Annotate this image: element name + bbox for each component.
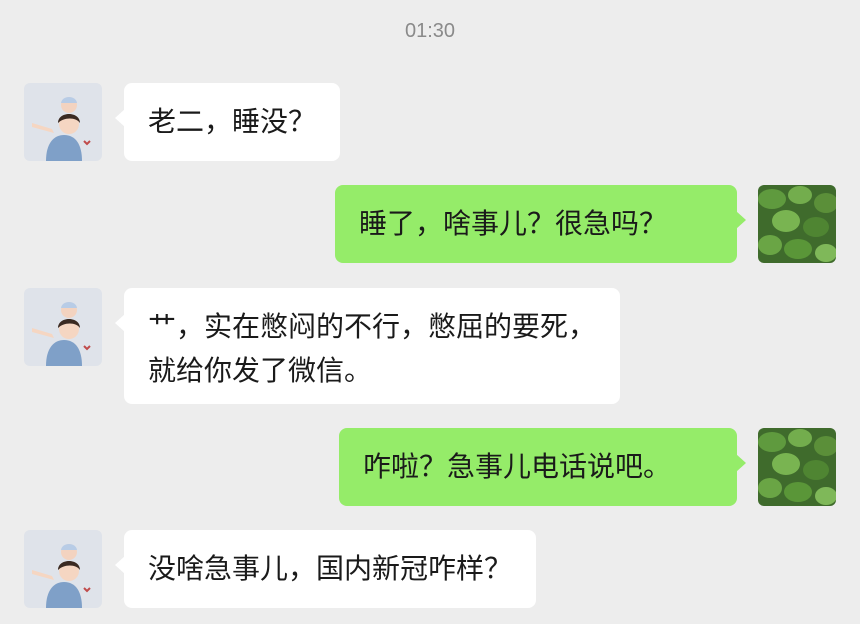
- chat-timestamp: 01:30: [404, 20, 456, 42]
- contact-avatar[interactable]: [24, 83, 102, 161]
- message-text-line: 就给你发了微信。: [148, 354, 373, 387]
- message-text: 没啥急事儿，国内新冠咋样？: [148, 552, 513, 585]
- message-bubble-sent[interactable]: 睡了，啥事儿？很急吗？: [335, 185, 746, 263]
- contact-avatar[interactable]: [24, 530, 102, 608]
- cartoon-parent-child-icon: [24, 530, 102, 608]
- cartoon-parent-child-icon: [24, 288, 102, 366]
- message-text: 睡了，啥事儿？很急吗？: [359, 207, 668, 240]
- contact-avatar[interactable]: [24, 288, 102, 366]
- message-text: 咋啦？急事儿电话说吧。: [363, 450, 672, 483]
- my-avatar[interactable]: [758, 185, 836, 263]
- message-bubble-received[interactable]: 没啥急事儿，国内新冠咋样？: [114, 530, 537, 608]
- message-text-line: 艹，实在憋闷的不行，憋屈的要死，: [148, 310, 597, 343]
- cartoon-parent-child-icon: [24, 83, 102, 161]
- message-bubble-received[interactable]: 老二，睡没？: [114, 83, 341, 161]
- message-text: 老二，睡没？: [148, 105, 317, 138]
- green-leaves-icon: [758, 428, 836, 506]
- message-bubble-received[interactable]: 艹，实在憋闷的不行，憋屈的要死， 就给你发了微信。: [114, 288, 621, 404]
- my-avatar[interactable]: [758, 428, 836, 506]
- message-bubble-sent[interactable]: 咋啦？急事儿电话说吧。: [339, 428, 746, 506]
- green-leaves-icon: [758, 185, 836, 263]
